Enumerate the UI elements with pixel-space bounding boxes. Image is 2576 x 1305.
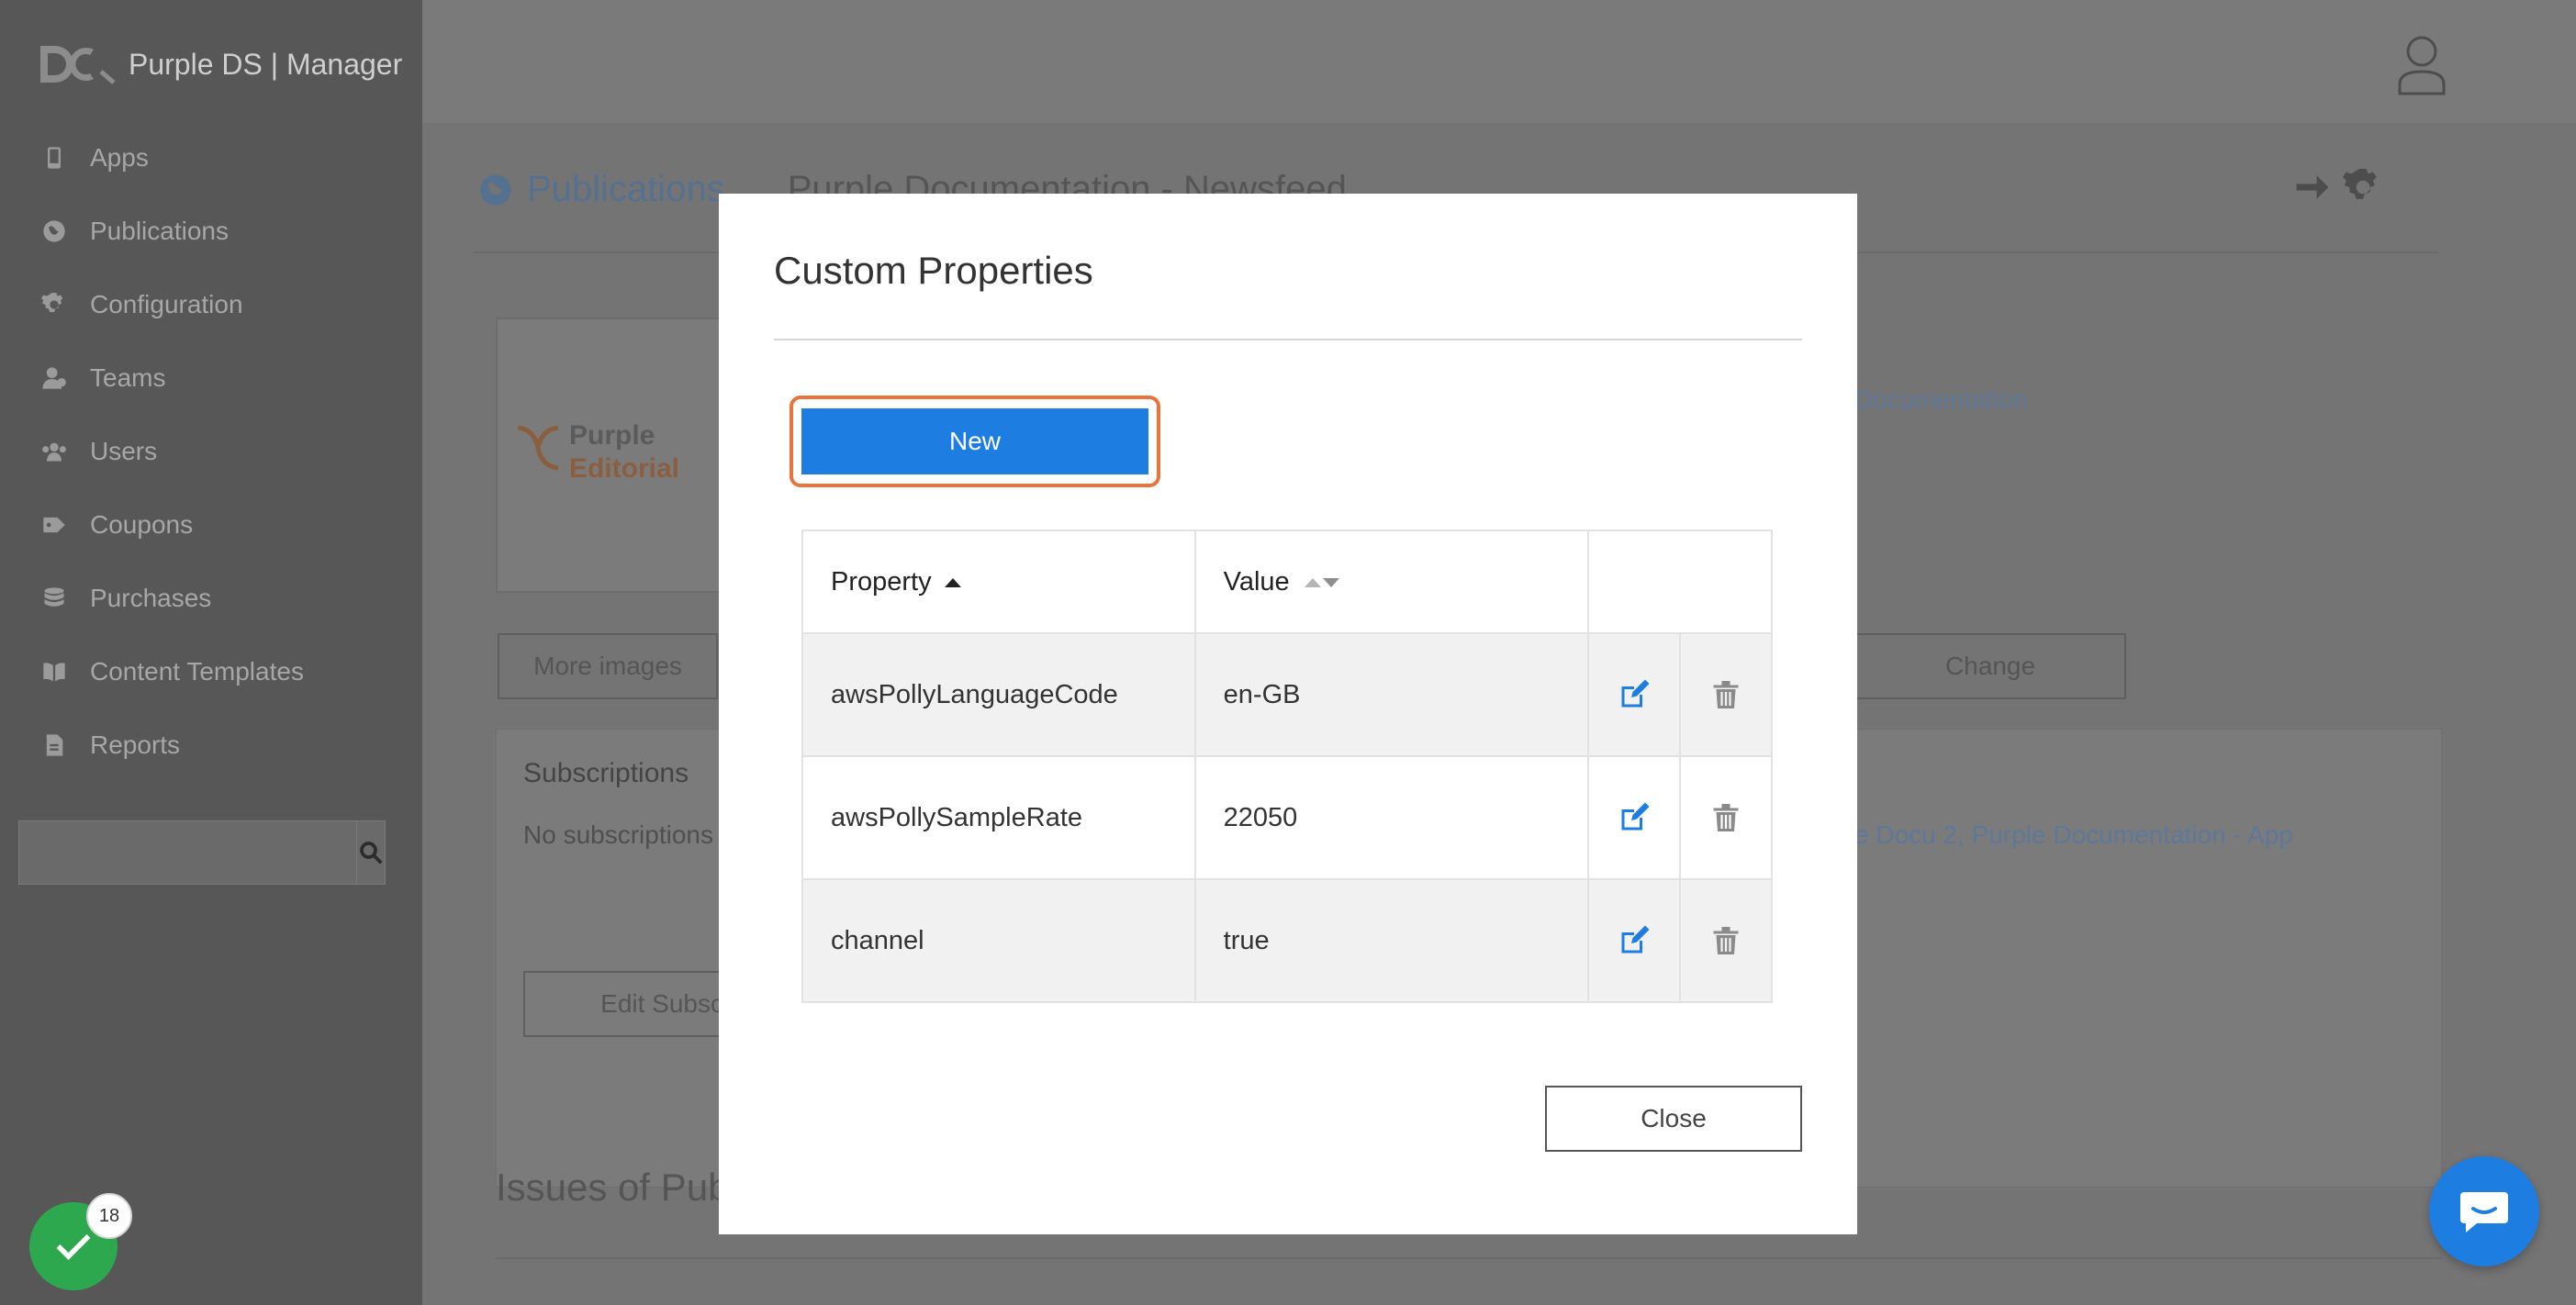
value-cell: en-GB	[1193, 632, 1590, 757]
trash-icon	[1713, 681, 1739, 708]
subscriptions-title: Subscriptions	[523, 758, 689, 788]
sort-icon	[1304, 577, 1339, 587]
column-header-label: Value	[1223, 566, 1290, 597]
sidebar-item-teams[interactable]: Teams	[0, 341, 422, 415]
chat-icon	[2460, 1192, 2508, 1232]
sort-ascending-icon	[944, 577, 961, 587]
table-row: awsPollyLanguageCode en-GB	[801, 632, 1773, 757]
gear-icon	[40, 291, 68, 318]
trash-icon	[1713, 804, 1739, 831]
edit-icon	[1621, 679, 1650, 708]
subscriptions-text: No subscriptions	[523, 820, 713, 849]
edit-button[interactable]	[1587, 878, 1682, 1003]
sidebar-search	[18, 820, 386, 885]
column-header-value[interactable]: Value	[1193, 530, 1590, 634]
delete-button[interactable]	[1679, 755, 1773, 880]
team-icon	[40, 364, 68, 392]
sidebar-item-publications[interactable]: Publications	[0, 195, 422, 268]
chat-fab[interactable]	[2429, 1156, 2539, 1266]
sidebar-item-label: Users	[90, 437, 158, 465]
sidebar-item-apps[interactable]: Apps	[0, 121, 422, 195]
property-cell: channel	[801, 878, 1196, 1003]
edit-button[interactable]	[1587, 755, 1682, 880]
edit-subscriptions-button[interactable]: Edit Subsc	[523, 971, 725, 1037]
user-avatar-icon[interactable]	[2396, 33, 2447, 95]
sidebar-search-button[interactable]	[356, 820, 386, 885]
issues-title: Issues of Pub	[496, 1166, 730, 1209]
documentation-link[interactable]: Documentation	[1854, 385, 2027, 415]
sidebar-item-label: Configuration	[90, 290, 243, 318]
search-icon	[360, 842, 383, 864]
properties-table: Property Value awsPollyLanguageCode en-G…	[801, 530, 1773, 1003]
table-header-row: Property Value	[801, 530, 1773, 634]
property-cell: awsPollySampleRate	[801, 755, 1196, 880]
sidebar-item-label: Apps	[90, 143, 149, 172]
checkmark-icon	[56, 1234, 91, 1260]
purple-editorial-logo-icon	[517, 425, 559, 471]
delete-button[interactable]	[1679, 878, 1773, 1003]
sidebar-item-label: Reports	[90, 731, 181, 759]
sidebar-item-label: Coupons	[90, 510, 194, 539]
close-button[interactable]: Close	[1545, 1086, 1802, 1152]
sidebar: Purple DS | Manager Apps Publications Co…	[0, 0, 422, 1305]
value-cell: 22050	[1193, 755, 1590, 880]
ds-logo-icon	[40, 46, 116, 84]
brand-name: Purple DS | Manager	[129, 47, 403, 81]
sidebar-item-content-templates[interactable]: Content Templates	[0, 635, 422, 708]
phone-icon	[40, 144, 68, 172]
subscriptions-links[interactable]: e Docu 2, Purple Documentation - App	[1854, 820, 2293, 850]
delete-button[interactable]	[1679, 632, 1773, 757]
sidebar-item-label: Teams	[90, 363, 166, 392]
globe-icon	[40, 218, 68, 245]
property-cell: awsPollyLanguageCode	[801, 632, 1196, 757]
divider	[496, 1257, 2442, 1259]
header-actions	[2291, 167, 2383, 207]
trash-icon	[1713, 927, 1739, 954]
value-cell: true	[1193, 878, 1590, 1003]
sidebar-item-label: Publications	[90, 217, 229, 245]
edit-icon	[1621, 925, 1650, 954]
book-icon	[40, 658, 68, 686]
sidebar-nav: Apps Publications Configuration Teams Us…	[0, 121, 422, 782]
publication-cover: Purple Editorial	[496, 318, 753, 593]
globe-icon	[480, 173, 511, 206]
brand[interactable]: Purple DS | Manager	[37, 40, 402, 88]
table-row: channel true	[801, 878, 1773, 1003]
gear-icon[interactable]	[2343, 167, 2383, 207]
notification-badge: 18	[86, 1193, 132, 1239]
column-header-label: Property	[831, 566, 932, 597]
new-property-button[interactable]: New	[801, 408, 1148, 474]
column-header-actions	[1587, 530, 1773, 634]
change-button[interactable]: Change	[1854, 633, 2126, 699]
column-header-property[interactable]: Property	[801, 530, 1196, 634]
sidebar-search-input[interactable]	[18, 820, 356, 885]
breadcrumb-publications[interactable]: Publications	[527, 169, 725, 210]
table-row: awsPollySampleRate 22050	[801, 755, 1773, 880]
arrow-right-icon[interactable]	[2291, 167, 2332, 207]
sidebar-item-purchases[interactable]: Purchases	[0, 562, 422, 635]
tag-icon	[40, 511, 68, 539]
modal-divider	[774, 339, 1802, 340]
topbar	[422, 0, 2576, 123]
sidebar-item-coupons[interactable]: Coupons	[0, 488, 422, 562]
sidebar-item-label: Purchases	[90, 584, 212, 612]
logo-text-editorial: Editorial	[569, 453, 680, 484]
edit-button[interactable]	[1587, 632, 1682, 757]
document-icon	[40, 731, 68, 759]
logo-text-purple: Purple	[569, 420, 655, 451]
database-icon	[40, 585, 68, 612]
sidebar-item-reports[interactable]: Reports	[0, 708, 422, 782]
users-icon	[40, 438, 68, 465]
sidebar-item-label: Content Templates	[90, 657, 304, 686]
modal-title: Custom Properties	[774, 249, 1093, 292]
edit-icon	[1621, 802, 1650, 831]
more-images-button[interactable]: More images	[498, 633, 718, 699]
sidebar-item-configuration[interactable]: Configuration	[0, 268, 422, 341]
sidebar-item-users[interactable]: Users	[0, 415, 422, 488]
custom-properties-modal: Custom Properties New Property Value aws…	[719, 194, 1857, 1234]
